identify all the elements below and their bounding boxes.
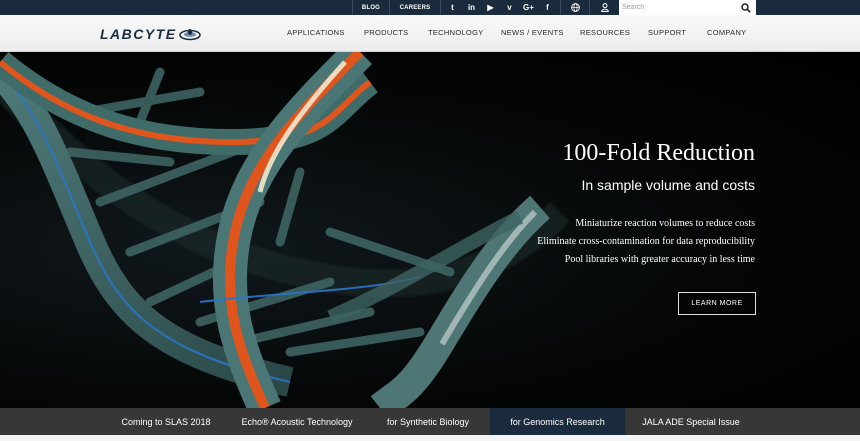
hero-bullet: Pool libraries with greater accuracy in … (564, 254, 755, 265)
nav-applications[interactable]: APPLICATIONS (287, 28, 345, 37)
search-icon[interactable] (741, 3, 751, 13)
hero-title: 100-Fold Reduction (562, 140, 755, 166)
search-input[interactable] (619, 0, 737, 15)
learn-more-button[interactable]: LEARN MORE (678, 292, 756, 315)
tab-jala-ade[interactable]: JALA ADE Special Issue (631, 408, 751, 435)
feature-tabs: Coming to SLAS 2018 Echo® Acoustic Techn… (0, 408, 860, 435)
youtube-icon[interactable]: ▶ (481, 0, 500, 15)
linkedin-icon[interactable]: in (462, 0, 481, 15)
labcyte-logo[interactable]: LABCYTE (100, 24, 201, 44)
hero-bullet: Miniaturize reaction volumes to reduce c… (575, 218, 755, 229)
careers-link[interactable]: CAREERS (389, 0, 440, 15)
tab-slas-2018[interactable]: Coming to SLAS 2018 (110, 408, 222, 435)
hero-subtitle: In sample volume and costs (581, 177, 755, 193)
google-plus-icon[interactable]: G+ (519, 0, 538, 15)
user-icon[interactable] (589, 0, 619, 15)
facebook-icon[interactable]: f (538, 0, 557, 15)
logo-disc-icon (178, 29, 201, 41)
tab-genomics-research[interactable]: for Genomics Research (490, 408, 625, 435)
logo-text: LABCYTE (100, 26, 177, 42)
main-header: LABCYTE APPLICATIONS PRODUCTS TECHNOLOGY… (0, 15, 860, 52)
nav-news-events[interactable]: NEWS / EVENTS (501, 28, 564, 37)
tab-echo-acoustic[interactable]: Echo® Acoustic Technology (228, 408, 366, 435)
tab-synthetic-biology[interactable]: for Synthetic Biology (372, 408, 484, 435)
nav-technology[interactable]: TECHNOLOGY (428, 28, 484, 37)
twitter-icon[interactable]: t (443, 0, 462, 15)
nav-company[interactable]: COMPANY (707, 28, 746, 37)
nav-support[interactable]: SUPPORT (648, 28, 686, 37)
hero-banner: 100-Fold Reduction In sample volume and … (0, 52, 860, 408)
blog-link[interactable]: BLOG (352, 0, 389, 15)
nav-products[interactable]: PRODUCTS (364, 28, 409, 37)
utility-bar: BLOG CAREERS t in ▶ v G+ f (0, 0, 860, 15)
globe-icon[interactable] (560, 0, 589, 15)
search-box (619, 0, 756, 15)
hero-bullet: Eliminate cross-contamination for data r… (537, 236, 755, 247)
dna-helix-image (0, 52, 570, 408)
nav-resources[interactable]: RESOURCES (580, 28, 630, 37)
page-bottom-strip (0, 435, 860, 441)
vimeo-icon[interactable]: v (500, 0, 519, 15)
